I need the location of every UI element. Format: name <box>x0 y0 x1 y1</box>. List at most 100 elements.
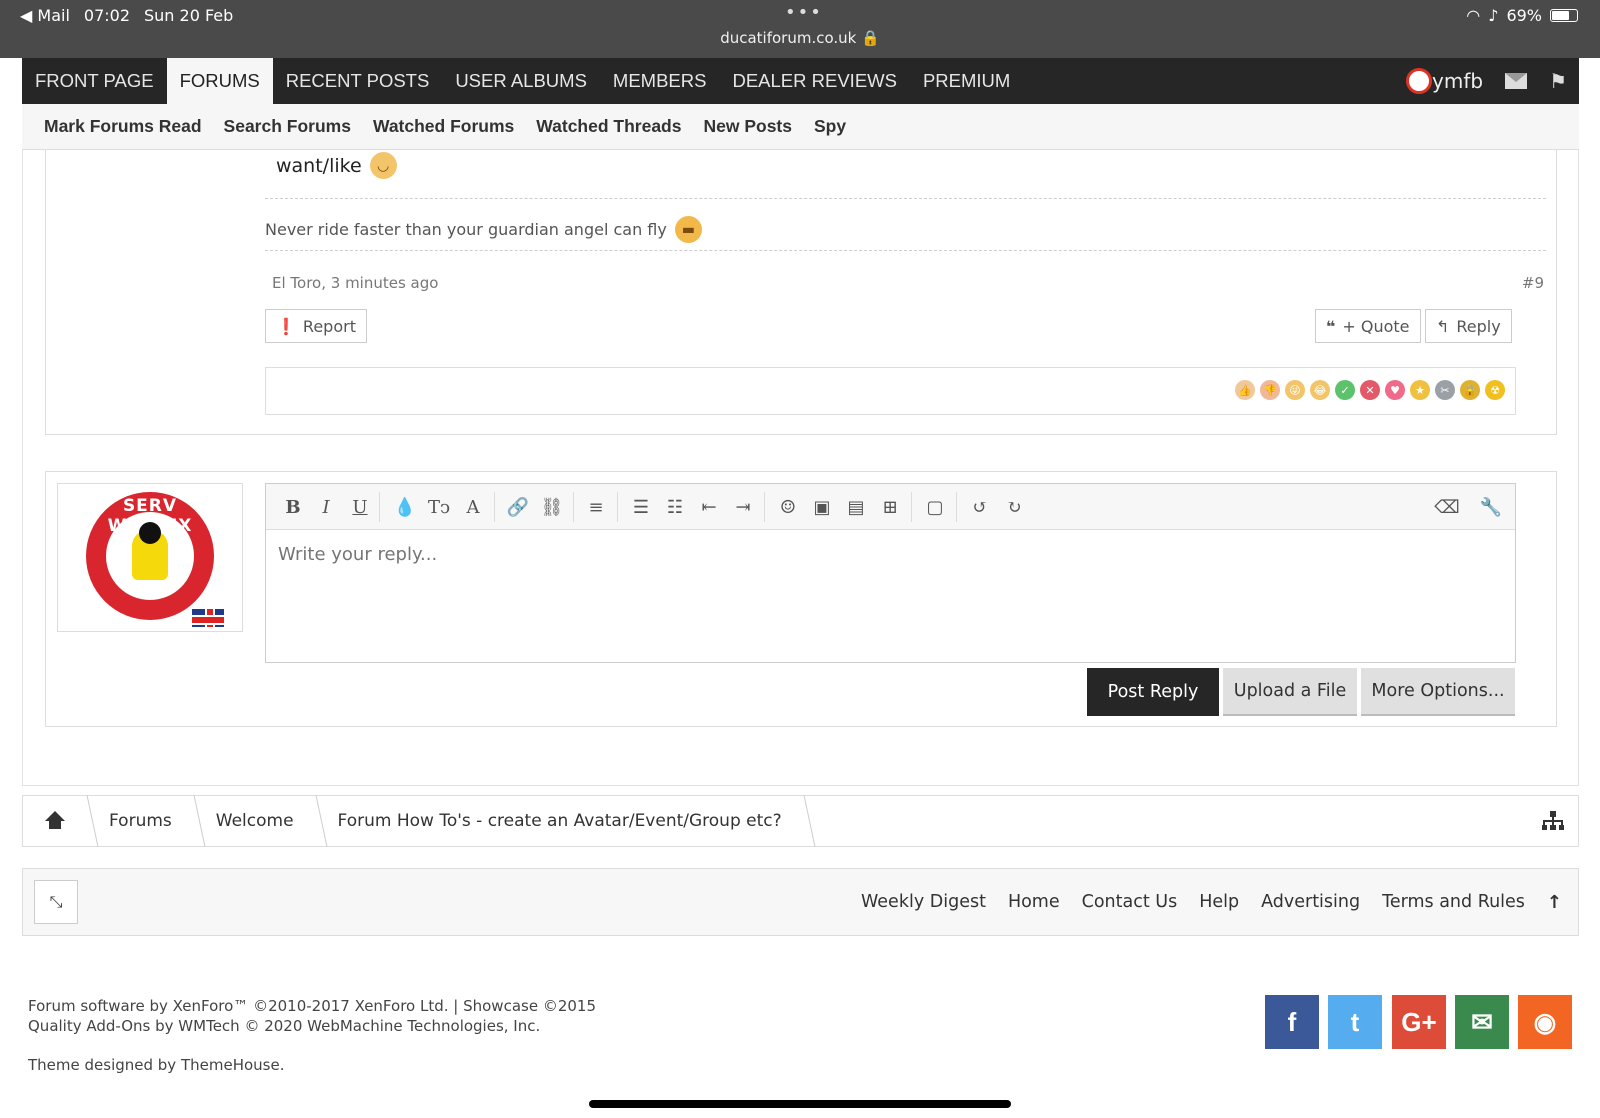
sub-nav: Mark Forums Read Search Forums Watched For… <box>22 104 1579 150</box>
breadcrumb-item[interactable]: Forums <box>87 795 194 847</box>
email-icon[interactable]: ✉ <box>1455 995 1509 1049</box>
lock-icon[interactable]: 🔒 <box>1460 380 1480 400</box>
thumbs-down-icon[interactable]: 👎 <box>1260 380 1280 400</box>
cross-icon[interactable]: ✕ <box>1360 380 1380 400</box>
footer-bar: ⤡ Weekly Digest Home Contact Us Help Adverti… <box>22 868 1579 936</box>
font-family-icon[interactable]: A <box>460 494 486 520</box>
quote-label: + Quote <box>1342 316 1410 336</box>
rss-icon[interactable]: ◉ <box>1518 995 1572 1049</box>
upload-file-button[interactable]: Upload a File <box>1223 668 1357 716</box>
report-button[interactable]: ❗ Report <box>265 309 367 343</box>
unlink-icon[interactable]: ⛓ <box>539 494 565 520</box>
main-nav: FRONT PAGE FORUMS RECENT POSTS USER ALBUMS M… <box>22 58 1579 104</box>
bbcode-toggle-icon[interactable]: 🔧 <box>1478 494 1504 520</box>
font-size-icon[interactable]: Tↄ <box>426 494 452 520</box>
italic-icon[interactable]: I <box>313 494 339 520</box>
footer-link-terms-and-rules[interactable]: Terms and Rules <box>1382 892 1525 912</box>
nav-tab-user-albums[interactable]: USER ALBUMS <box>442 58 600 104</box>
align-icon[interactable]: ≡ <box>583 494 609 520</box>
save-draft-icon[interactable]: ▢ <box>922 494 948 520</box>
nav-tab-members[interactable]: MEMBERS <box>600 58 720 104</box>
insert-icon[interactable]: ⊞ <box>877 494 903 520</box>
bold-icon[interactable]: B <box>280 494 306 520</box>
check-icon[interactable]: ✓ <box>1335 380 1355 400</box>
radioactive-icon[interactable]: ☢ <box>1485 380 1505 400</box>
thumbs-up-icon[interactable]: 👍 <box>1235 380 1255 400</box>
twitter-icon[interactable]: t <box>1328 995 1382 1049</box>
reply-avatar[interactable]: SERV WESSEX <box>57 483 243 632</box>
subnav-new-posts[interactable]: New Posts <box>703 116 792 137</box>
media-icon[interactable]: ▤ <box>843 494 869 520</box>
home-icon <box>45 811 65 831</box>
nav-tab-premium[interactable]: PREMIUM <box>910 58 1023 104</box>
heart-icon[interactable]: ♥ <box>1385 380 1405 400</box>
redo-icon[interactable]: ↻ <box>1001 494 1027 520</box>
subnav-mark-forums-read[interactable]: Mark Forums Read <box>44 116 202 137</box>
footer-link-advertising[interactable]: Advertising <box>1261 892 1360 912</box>
undo-icon[interactable]: ↺ <box>967 494 993 520</box>
exclamation-circle-icon: ❗ <box>276 316 296 336</box>
breadcrumb-item[interactable]: Welcome <box>194 795 316 847</box>
more-options-button[interactable]: More Options... <box>1361 668 1515 716</box>
toolbar-separator <box>764 492 765 522</box>
footer-link-home[interactable]: Home <box>1008 892 1060 912</box>
status-left: ◀ Mail 07:02 Sun 20 Feb <box>20 6 233 25</box>
subnav-watched-threads[interactable]: Watched Threads <box>536 116 681 137</box>
indent-icon[interactable]: ⇥ <box>730 494 756 520</box>
collapse-icon[interactable]: ⤡ <box>34 880 78 924</box>
signature: Never ride faster than your guardian ang… <box>265 216 702 243</box>
footer-link-weekly-digest[interactable]: Weekly Digest <box>861 892 986 912</box>
facebook-icon[interactable]: f <box>1265 995 1319 1049</box>
text-color-icon[interactable]: 💧 <box>392 494 418 520</box>
theme-credit[interactable]: Theme designed by ThemeHouse. <box>28 1055 596 1075</box>
image-icon[interactable]: ▣ <box>809 494 835 520</box>
report-label: Report <box>302 316 356 336</box>
post-author-time[interactable]: El Toro, 3 minutes ago <box>272 274 438 292</box>
signature-divider-bottom <box>265 250 1546 251</box>
serv-wessex-logo: SERV WESSEX <box>86 492 214 620</box>
tongue-face-icon[interactable]: 😜 <box>1285 380 1305 400</box>
nav-user-area: ymfb ⚑ <box>1406 58 1567 104</box>
link-icon[interactable]: 🔗 <box>505 494 531 520</box>
post-number[interactable]: #9 <box>1522 274 1544 292</box>
nav-tab-recent-posts[interactable]: RECENT POSTS <box>273 58 443 104</box>
username[interactable]: ymfb <box>1432 69 1483 93</box>
nav-tab-forums[interactable]: FORUMS <box>166 58 273 104</box>
medal-icon[interactable]: ★ <box>1410 380 1430 400</box>
bullet-list-icon[interactable]: ☰ <box>628 494 654 520</box>
reply-button[interactable]: ↰ Reply <box>1425 309 1512 343</box>
sitemap-icon[interactable] <box>1542 811 1564 831</box>
tools-icon[interactable]: ✂ <box>1435 380 1455 400</box>
quote-button[interactable]: ❝ + Quote <box>1315 309 1421 343</box>
nav-tab-dealer-reviews[interactable]: DEALER REVIEWS <box>719 58 910 104</box>
remove-format-icon[interactable]: ⌫ <box>1434 494 1460 520</box>
scroll-top-icon[interactable]: ↑ <box>1547 892 1562 913</box>
nav-tab-front-page[interactable]: FRONT PAGE <box>22 58 167 104</box>
laughing-face-icon[interactable]: 😂 <box>1310 380 1330 400</box>
alerts-flag-icon[interactable]: ⚑ <box>1549 69 1567 93</box>
underline-icon[interactable]: U <box>347 494 373 520</box>
inbox-icon[interactable] <box>1505 73 1528 89</box>
numbered-list-icon[interactable]: ☷ <box>662 494 688 520</box>
footer-link-contact-us[interactable]: Contact Us <box>1082 892 1178 912</box>
url-bar[interactable]: ducatiforum.co.uk 🔒 <box>0 29 1600 47</box>
footer-link-help[interactable]: Help <box>1199 892 1239 912</box>
subnav-spy[interactable]: Spy <box>814 116 846 137</box>
multitask-dots[interactable]: ••• <box>785 2 823 23</box>
subnav-watched-forums[interactable]: Watched Forums <box>373 116 514 137</box>
outdent-icon[interactable]: ⇤ <box>696 494 722 520</box>
user-menu[interactable]: ymfb <box>1406 68 1483 94</box>
toolbar-separator <box>379 492 380 522</box>
breadcrumb-home[interactable] <box>23 795 87 847</box>
back-to-mail[interactable]: ◀ Mail <box>20 6 70 25</box>
subnav-search-forums[interactable]: Search Forums <box>224 116 351 137</box>
reply-textarea[interactable] <box>278 544 1478 565</box>
google-plus-icon[interactable]: G+ <box>1392 995 1446 1049</box>
smilies-icon[interactable]: ☺ <box>775 494 801 520</box>
reactions-bar: 👍 👎 😜 😂 ✓ ✕ ♥ ★ ✂ 🔒 ☢ <box>265 367 1516 415</box>
post-reply-button[interactable]: Post Reply <box>1087 668 1219 716</box>
quick-reply: SERV WESSEX BIU 💧 Tↄ A 🔗 ⛓ ≡ ☰ ☷ ⇤ ⇥ ☺ ▣ ▤ ⊞ ▢ ↺ ↻ ⌫ 🔧 Post… <box>45 471 1557 727</box>
user-avatar[interactable] <box>1406 68 1432 94</box>
home-indicator[interactable] <box>589 1100 1011 1108</box>
breadcrumb-item[interactable]: Forum How To's - create an Avatar/Event/… <box>316 795 804 847</box>
